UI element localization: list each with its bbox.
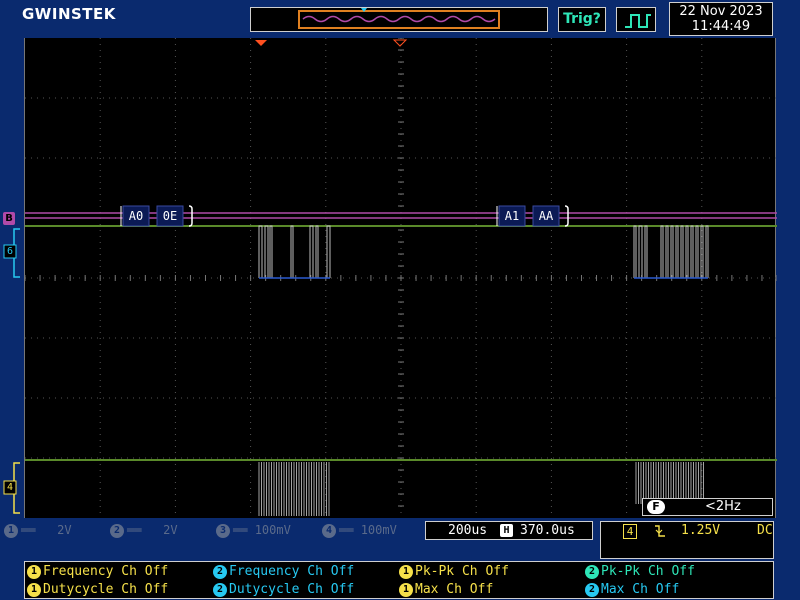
channel6-pulse — [705, 225, 709, 278]
channel6-pulse — [665, 225, 669, 278]
measurement-freq-ch1[interactable]: 1 Frequency Ch Off — [27, 563, 168, 580]
measurement-duty-ch1[interactable]: 1 Dutycycle Ch Off — [27, 581, 168, 598]
channel4-marker[interactable]: 4 — [3, 462, 21, 514]
decode-address: A1 — [505, 209, 519, 223]
channel6-pulse — [660, 225, 664, 278]
square-wave-icon[interactable] — [616, 7, 656, 32]
trigger-level: 1.25V — [681, 523, 721, 538]
measurement-freq-ch2[interactable]: 2 Frequency Ch Off — [213, 563, 354, 580]
timebase-box[interactable]: 200us H 370.0us — [425, 521, 593, 540]
clock-time: 11:44:49 — [691, 19, 751, 34]
frequency-counter-icon: F — [647, 500, 665, 514]
channel4-label: 4 — [6, 482, 14, 493]
channel3-scale[interactable]: 3 ══ 100mV — [216, 522, 291, 538]
decode-address: A0 — [129, 209, 143, 223]
channel6-pulse — [670, 225, 674, 278]
channel2-scale[interactable]: 2 ══ 2V — [110, 522, 178, 538]
channel6-marker[interactable]: 6 — [3, 228, 21, 278]
frequency-counter-value: <2Hz — [705, 499, 741, 514]
memory-overview-bar[interactable] — [250, 7, 548, 32]
timebase-scale: 200us — [448, 523, 488, 538]
clock-date: 22 Nov 2023 — [679, 4, 763, 19]
measurement-max-ch2[interactable]: 2 Max Ch Off — [585, 581, 679, 598]
graticule: A0 0E A1 AA — [25, 38, 777, 518]
falling-edge-icon — [653, 523, 667, 539]
center-marker — [392, 39, 408, 47]
channel-scale-bar: 1 ══ 2V 2 ══ 2V 3 ══ 100mV 4 ══ 100mV — [0, 521, 418, 539]
channel6-pulse — [290, 225, 294, 278]
channel4-scale[interactable]: 4 ══ 100mV — [322, 522, 397, 538]
timebase-position: 370.0us — [520, 523, 575, 538]
channel6-pulse — [695, 225, 699, 278]
trigger-coupling: DC — [757, 523, 773, 538]
packet-end — [188, 205, 193, 227]
horizontal-position-icon: H — [500, 524, 513, 537]
measurement-pkpk-ch2[interactable]: 2 Pk-Pk Ch Off — [585, 563, 695, 580]
measurement-pkpk-ch1[interactable]: 1 Pk-Pk Ch Off — [399, 563, 509, 580]
channel6-pulse — [633, 225, 637, 278]
brand-logo: GWINSTEK — [22, 5, 116, 23]
measurement-max-ch1[interactable]: 1 Max Ch Off — [399, 581, 493, 598]
frequency-counter: F <2Hz — [642, 498, 773, 516]
channel6-pulse — [700, 225, 704, 278]
trigger-source: 4 — [623, 524, 637, 539]
channel6-pulse — [680, 225, 684, 278]
channel6-pulse — [258, 225, 263, 278]
measurement-panel[interactable]: 1 Frequency Ch Off 2 Frequency Ch Off 1 Pk-… — [24, 561, 774, 599]
channel6-pulse — [264, 225, 269, 278]
channel6-pulse — [269, 225, 273, 278]
channel6-label: 6 — [6, 246, 14, 257]
packet-end — [564, 205, 569, 227]
channel6-pulse — [690, 225, 694, 278]
channel6-pulse — [326, 225, 331, 278]
channel6-pulse — [638, 225, 643, 278]
waveform-display[interactable]: A0 0E A1 AA — [24, 38, 777, 518]
decode-data: 0E — [163, 209, 177, 223]
channel1-scale[interactable]: 1 ══ 2V — [4, 522, 72, 538]
measurement-duty-ch2[interactable]: 2 Dutycycle Ch Off — [213, 581, 354, 598]
trigger-position-marker — [255, 40, 267, 46]
bus-marker[interactable]: B — [3, 212, 15, 225]
channel6-pulse — [675, 225, 679, 278]
trigger-info-box[interactable]: 4 1.25V DC — [600, 521, 774, 559]
clock: 22 Nov 2023 11:44:49 — [669, 2, 773, 36]
channel6-pulse — [315, 225, 319, 278]
overview-waveform — [298, 8, 500, 29]
trigger-status-button[interactable]: Trig? — [558, 7, 606, 32]
channel6-pulse — [309, 225, 314, 278]
channel6-pulse — [685, 225, 689, 278]
channel6-pulse — [644, 225, 648, 278]
decode-data: AA — [539, 209, 554, 223]
